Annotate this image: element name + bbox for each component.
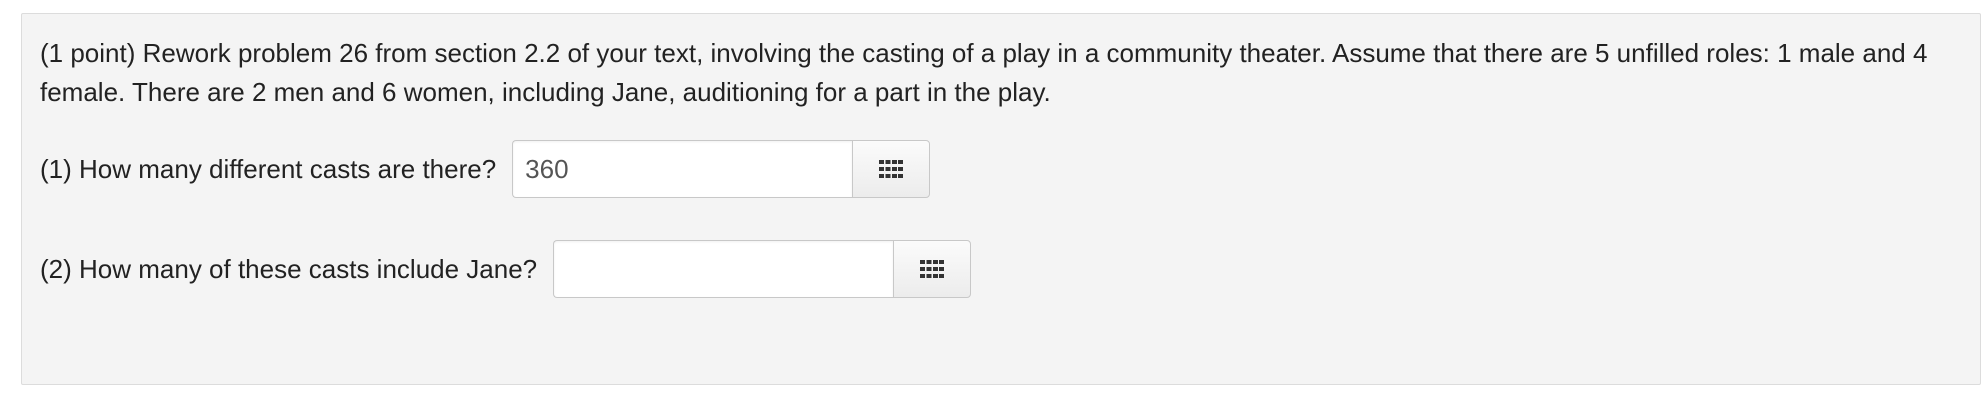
grid-icon (920, 260, 945, 278)
grid-icon (879, 160, 904, 178)
answer-1-input[interactable] (512, 140, 853, 198)
question-2-label: (2) How many of these casts include Jane… (40, 253, 538, 284)
answer-2-input[interactable] (553, 240, 894, 298)
question-1: (1) How many different casts are there? (40, 140, 931, 198)
answer-group-2 (553, 240, 972, 298)
answer-group-1 (512, 140, 931, 198)
question-1-label: (1) How many different casts are there? (40, 153, 497, 184)
answer-1-palette-button[interactable] (852, 140, 931, 198)
answer-2-palette-button[interactable] (893, 240, 972, 298)
problem-statement: (1 point) Rework problem 26 from section… (40, 38, 1928, 107)
problem-panel: (1 point) Rework problem 26 from section… (21, 13, 1981, 385)
question-2: (2) How many of these casts include Jane… (40, 240, 972, 298)
